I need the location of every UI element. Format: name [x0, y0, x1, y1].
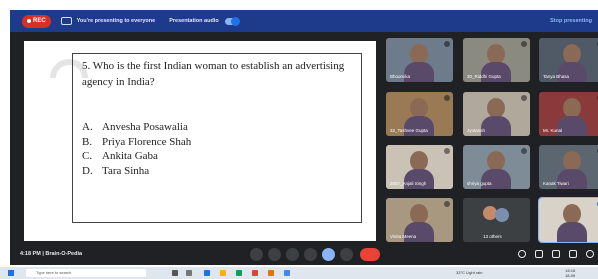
answer-options: A. Anvesha Posawalia B. Priya Florence Sha…: [82, 120, 191, 178]
participant-tile[interactable]: Kanak Tiwari: [539, 145, 598, 189]
stop-presenting-button[interactable]: Stop presenting: [550, 18, 592, 24]
participant-name: Mr. Kunal: [543, 128, 563, 133]
participant-name: Kanak Tiwari: [543, 181, 569, 186]
others-count: 13 others: [483, 234, 502, 239]
chat-icon[interactable]: [552, 250, 560, 258]
raise-hand-button[interactable]: [304, 248, 317, 261]
self-view-tile[interactable]: [538, 197, 598, 243]
store-icon[interactable]: [236, 270, 242, 276]
more-options-button[interactable]: [340, 248, 353, 261]
windows-start-icon[interactable]: [8, 270, 14, 276]
presentation-audio-label: Presentation audio: [169, 18, 219, 24]
others-tile[interactable]: 13 others: [463, 198, 530, 242]
participant-tile[interactable]: Tanya Bhasa: [539, 38, 598, 82]
mic-muted-icon: [444, 201, 450, 207]
recording-badge: REC: [22, 14, 51, 28]
participant-name: 32_Tashvee Gupta: [390, 128, 428, 133]
quiz-question: 5. Who is the first Indian woman to esta…: [82, 60, 345, 88]
leave-call-button[interactable]: [360, 248, 380, 261]
people-icon[interactable]: [535, 250, 543, 258]
presentation-audio-toggle[interactable]: [224, 16, 240, 26]
participant-tile[interactable]: Jyotansh: [463, 92, 530, 136]
mic-muted-icon: [444, 95, 450, 101]
windows-taskbar: Type here to search 33°C Light rain 16:1…: [0, 267, 598, 279]
participant-tile[interactable]: 32_Tashvee Gupta: [386, 92, 453, 136]
taskbar-search[interactable]: Type here to search: [26, 269, 146, 277]
participant-tile[interactable]: 2007_Anjali Singh: [386, 145, 453, 189]
participant-name: Tanya Bhasa: [543, 74, 570, 79]
option-b: B. Priya Florence Shah: [82, 135, 192, 148]
mic-muted-icon: [444, 41, 450, 47]
option-d: D. Tara Sinha: [82, 164, 150, 177]
mic-muted-icon: [521, 41, 527, 47]
participant-tile[interactable]: Vinita Meena: [386, 198, 453, 242]
participant-tile[interactable]: Mr. Kunal: [539, 92, 598, 136]
mic-muted-icon: [521, 95, 527, 101]
participant-name: 2007_Anjali Singh: [390, 181, 427, 186]
widgets-icon[interactable]: [186, 270, 192, 276]
mic-muted-icon: [444, 148, 450, 154]
option-a: A. Anvesha Posawalia: [82, 121, 188, 133]
presented-slide: 5. Who is the first Indian woman to esta…: [24, 41, 376, 241]
participant-name: 30_Riddhi Gupta: [467, 74, 501, 79]
file-explorer-icon[interactable]: [220, 270, 226, 276]
participant-tile[interactable]: Bhoomika: [386, 38, 453, 82]
edge-icon[interactable]: [204, 270, 210, 276]
microphone-button[interactable]: [250, 248, 263, 261]
present-now-button[interactable]: [322, 248, 335, 261]
app-icon[interactable]: [284, 270, 290, 276]
meeting-controls-bar: 4:18 PM | Brain-O-Pedia: [10, 244, 598, 265]
participant-tile[interactable]: 30_Riddhi Gupta: [463, 38, 530, 82]
participant-name: shriya gupta: [467, 181, 492, 186]
weather-text: 33°C Light rain: [456, 270, 483, 275]
taskbar-clock: 16:18 18-09: [565, 268, 576, 278]
mic-muted-icon: [521, 148, 527, 154]
present-screen-icon: [60, 17, 72, 25]
host-controls-icon[interactable]: [586, 250, 594, 258]
task-view-icon[interactable]: [172, 270, 178, 276]
activities-icon[interactable]: [569, 250, 577, 258]
rec-label: REC: [33, 18, 46, 24]
record-dot-icon: [27, 19, 31, 23]
meet-screen: REC You're presenting to everyone Presen…: [10, 10, 598, 265]
captions-button[interactable]: [286, 248, 299, 261]
participant-tile[interactable]: shriya gupta: [463, 145, 530, 189]
presenting-banner: REC You're presenting to everyone Presen…: [10, 10, 598, 32]
chrome-icon[interactable]: [252, 270, 258, 276]
option-c: C. Ankita Gaba: [82, 150, 158, 162]
participant-name: Vinita Meena: [390, 234, 417, 239]
info-icon[interactable]: [518, 250, 526, 258]
app-icon[interactable]: [268, 270, 274, 276]
participant-name: Bhoomika: [390, 74, 411, 79]
camera-button[interactable]: [268, 248, 281, 261]
meeting-time-title: 4:18 PM | Brain-O-Pedia: [20, 251, 83, 257]
participant-name: Jyotansh: [467, 128, 486, 133]
presenting-text: You're presenting to everyone: [76, 18, 156, 24]
